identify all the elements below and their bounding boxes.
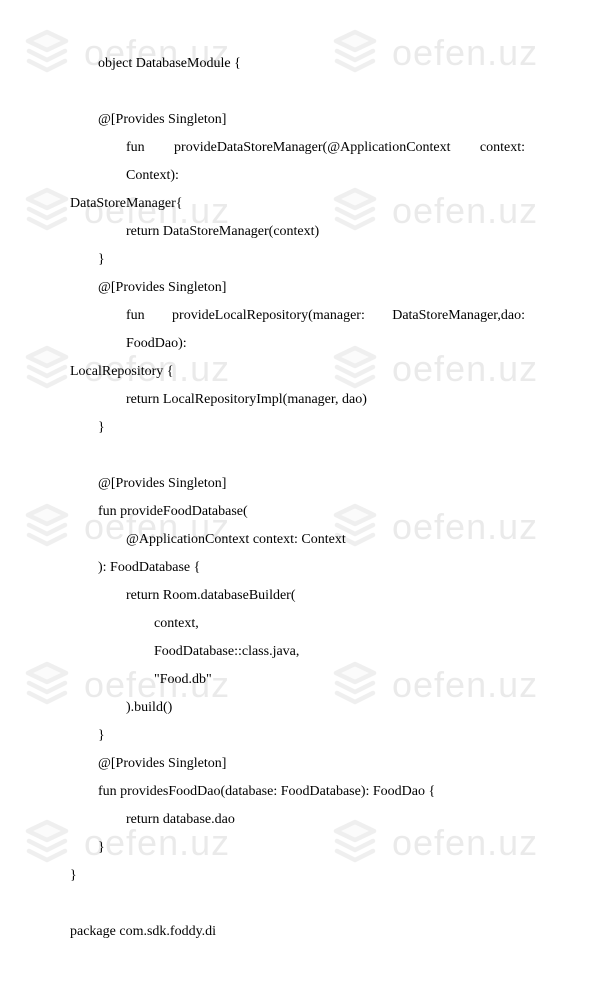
code-line: object DatabaseModule { <box>70 50 525 78</box>
code-line: } <box>70 834 525 862</box>
code-line: return LocalRepositoryImpl(manager, dao) <box>70 386 525 414</box>
blank-line <box>70 442 525 470</box>
code-frag: provideDataStoreManager(@ApplicationCont… <box>174 140 450 155</box>
code-line: fun provideLocalRepository(manager: Data… <box>70 302 525 358</box>
code-line: } <box>70 246 525 274</box>
code-line: } <box>70 414 525 442</box>
code-line: @ApplicationContext context: Context <box>70 526 525 554</box>
code-line: DataStoreManager{ <box>70 190 525 218</box>
blank-line <box>70 890 525 918</box>
code-line: return DataStoreManager(context) <box>70 218 525 246</box>
code-line: return Room.databaseBuilder( <box>70 582 525 610</box>
code-line: fun provideDataStoreManager(@Application… <box>70 134 525 190</box>
code-line: FoodDatabase::class.java, <box>70 638 525 666</box>
code-frag: Context): <box>126 168 179 183</box>
code-frag: fun <box>126 140 145 155</box>
code-line: @[Provides Singleton] <box>70 274 525 302</box>
code-frag: context: <box>480 140 525 155</box>
code-line: fun providesFoodDao(database: FoodDataba… <box>70 778 525 806</box>
code-line: @[Provides Singleton] <box>70 106 525 134</box>
blank-line <box>70 78 525 106</box>
code-line: context, <box>70 610 525 638</box>
code-line: package com.sdk.foddy.di <box>70 918 525 946</box>
code-line: ): FoodDatabase { <box>70 554 525 582</box>
code-line: return database.dao <box>70 806 525 834</box>
code-frag: fun provideLocalRepository(manager: Data… <box>126 308 525 351</box>
code-line: } <box>70 862 525 890</box>
code-line: @[Provides Singleton] <box>70 750 525 778</box>
code-line: ).build() <box>70 694 525 722</box>
code-line: fun provideFoodDatabase( <box>70 498 525 526</box>
code-line: "Food.db" <box>70 666 525 694</box>
code-line: } <box>70 722 525 750</box>
document-content: object DatabaseModule { @[Provides Singl… <box>0 0 595 986</box>
code-line: @[Provides Singleton] <box>70 470 525 498</box>
code-line: LocalRepository { <box>70 358 525 386</box>
